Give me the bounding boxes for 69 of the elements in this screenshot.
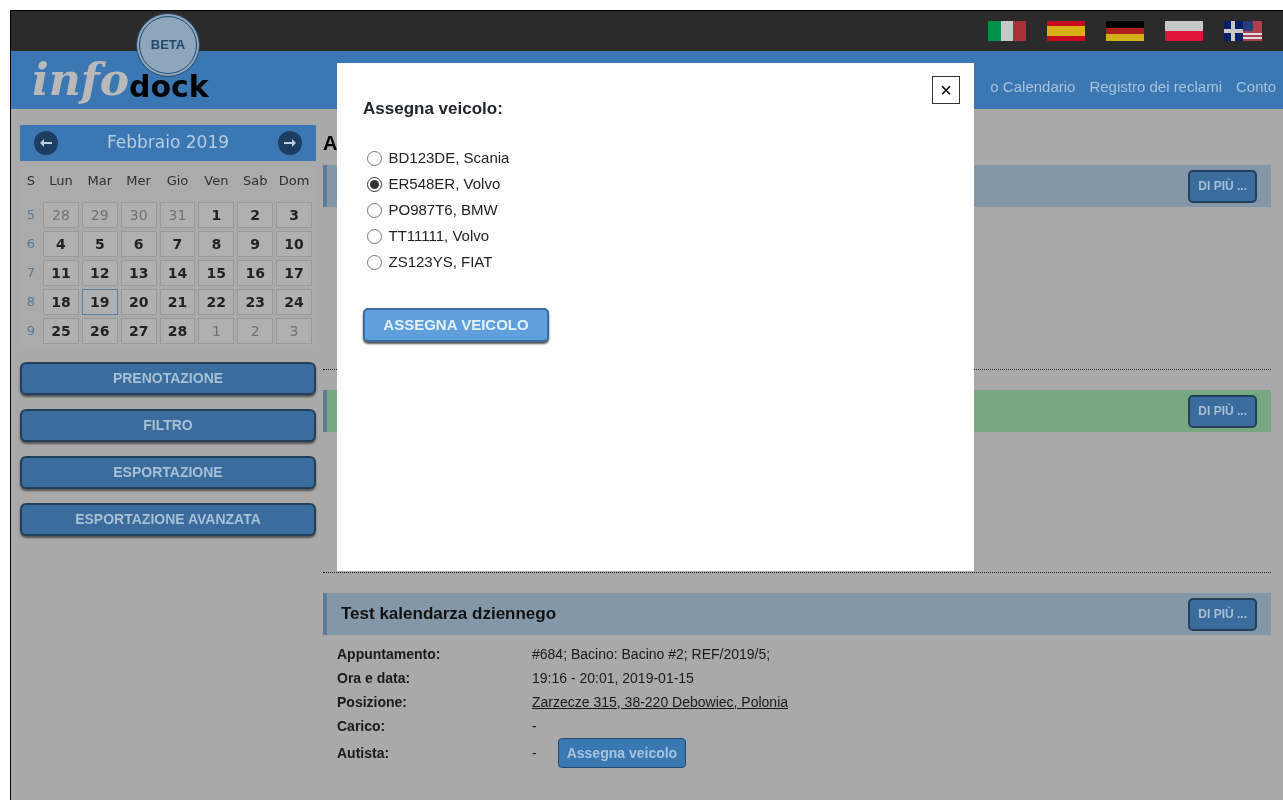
vehicle-option-label[interactable]: BD123DE, Scania [388, 147, 510, 170]
flag-icon[interactable] [1106, 21, 1144, 41]
radio-button[interactable] [366, 255, 382, 271]
calendar-day[interactable]: 22 [198, 288, 235, 315]
close-button[interactable]: × [932, 76, 960, 104]
detail-label: Appuntamento: [337, 644, 442, 664]
section-title: Test kalendarza dziennego [341, 603, 557, 626]
detail-label: Ora e data: [337, 668, 412, 688]
calendar-day[interactable]: 17 [276, 259, 312, 286]
calendar-day[interactable]: 25 [43, 317, 79, 344]
weekday-label: Dom [277, 172, 311, 190]
weekday-label: Gio [165, 172, 190, 190]
calendar-day[interactable]: 23 [237, 288, 274, 315]
weekday-label: Mer [125, 172, 152, 190]
weekday-label: S [25, 172, 37, 190]
week-number: 9 [25, 321, 37, 340]
week-number: 8 [25, 292, 37, 311]
calendar-day[interactable]: 24 [276, 288, 312, 315]
week-number: 5 [25, 205, 37, 224]
calendar-day[interactable]: 6 [120, 230, 157, 257]
calendar-day[interactable]: 14 [159, 259, 196, 286]
vehicle-option-label[interactable]: ER548ER, Volvo [388, 173, 501, 196]
calendar-day[interactable]: 16 [237, 259, 274, 286]
weekday-label: Ven [203, 172, 230, 190]
calendar-day[interactable]: 7 [159, 230, 196, 257]
calendar-month-title: Febbraio 2019 [106, 131, 230, 155]
weekday-label: Sab [241, 172, 269, 190]
calendar-day[interactable]: 2 [237, 201, 274, 228]
week-number: 7 [25, 263, 37, 282]
calendar-day[interactable]: 27 [120, 317, 157, 344]
detail-label: Carico: [337, 716, 387, 736]
vehicle-option-label[interactable]: PO987T6, BMW [388, 199, 498, 222]
weekday-label: Mar [86, 172, 114, 190]
calendar-day[interactable]: 21 [159, 288, 196, 315]
detail-value: - [532, 716, 537, 736]
vehicle-option-label[interactable]: ZS123YS, FIAT [388, 251, 493, 274]
calendar-day[interactable]: 12 [81, 259, 118, 286]
calendar-day[interactable]: 20 [120, 288, 157, 315]
page-heading: A [323, 131, 338, 156]
calendar-day[interactable]: 1 [198, 201, 235, 228]
address-link[interactable]: Zarzecze 315, 38-220 Debowiec, Polonia [532, 691, 789, 713]
calendar-day[interactable]: 9 [237, 230, 274, 257]
radio-button[interactable] [366, 229, 382, 245]
calendar-day[interactable]: 28 [159, 317, 196, 344]
flag-icon[interactable] [1224, 21, 1262, 41]
detail-value: 19:16 - 20:01, 2019-01-15 [532, 668, 694, 688]
calendar-day[interactable]: 11 [43, 259, 79, 286]
calendar-day[interactable]: 19 [81, 288, 118, 315]
detail-value: #684; Bacino: Bacino #2; REF/2019/5; [532, 644, 771, 664]
detail-label: Autista: [337, 743, 391, 763]
week-number: 6 [25, 234, 37, 253]
calendar-day[interactable]: 3 [276, 201, 312, 228]
weekday-label: Lun [48, 172, 74, 190]
calendar-day[interactable]: 4 [43, 230, 79, 257]
calendar-day[interactable]: 26 [81, 317, 118, 344]
calendar-day[interactable]: 5 [81, 230, 118, 257]
vehicle-option-label[interactable]: TT11111, Volvo [388, 225, 490, 248]
logo-text: info [32, 58, 129, 102]
radio-button[interactable] [366, 151, 382, 167]
modal-title: Assegna veicolo: [363, 99, 504, 120]
calendar-day[interactable]: 10 [276, 230, 312, 257]
radio-button[interactable] [366, 203, 382, 219]
detail-value: - [532, 743, 537, 763]
calendar-day[interactable]: 8 [198, 230, 235, 257]
detail-label: Posizione: [337, 692, 408, 712]
calendar-day[interactable]: 15 [198, 259, 235, 286]
calendar-day[interactable]: 18 [43, 288, 79, 315]
radio-button[interactable] [366, 177, 382, 193]
calendar-day[interactable]: 13 [120, 259, 157, 286]
